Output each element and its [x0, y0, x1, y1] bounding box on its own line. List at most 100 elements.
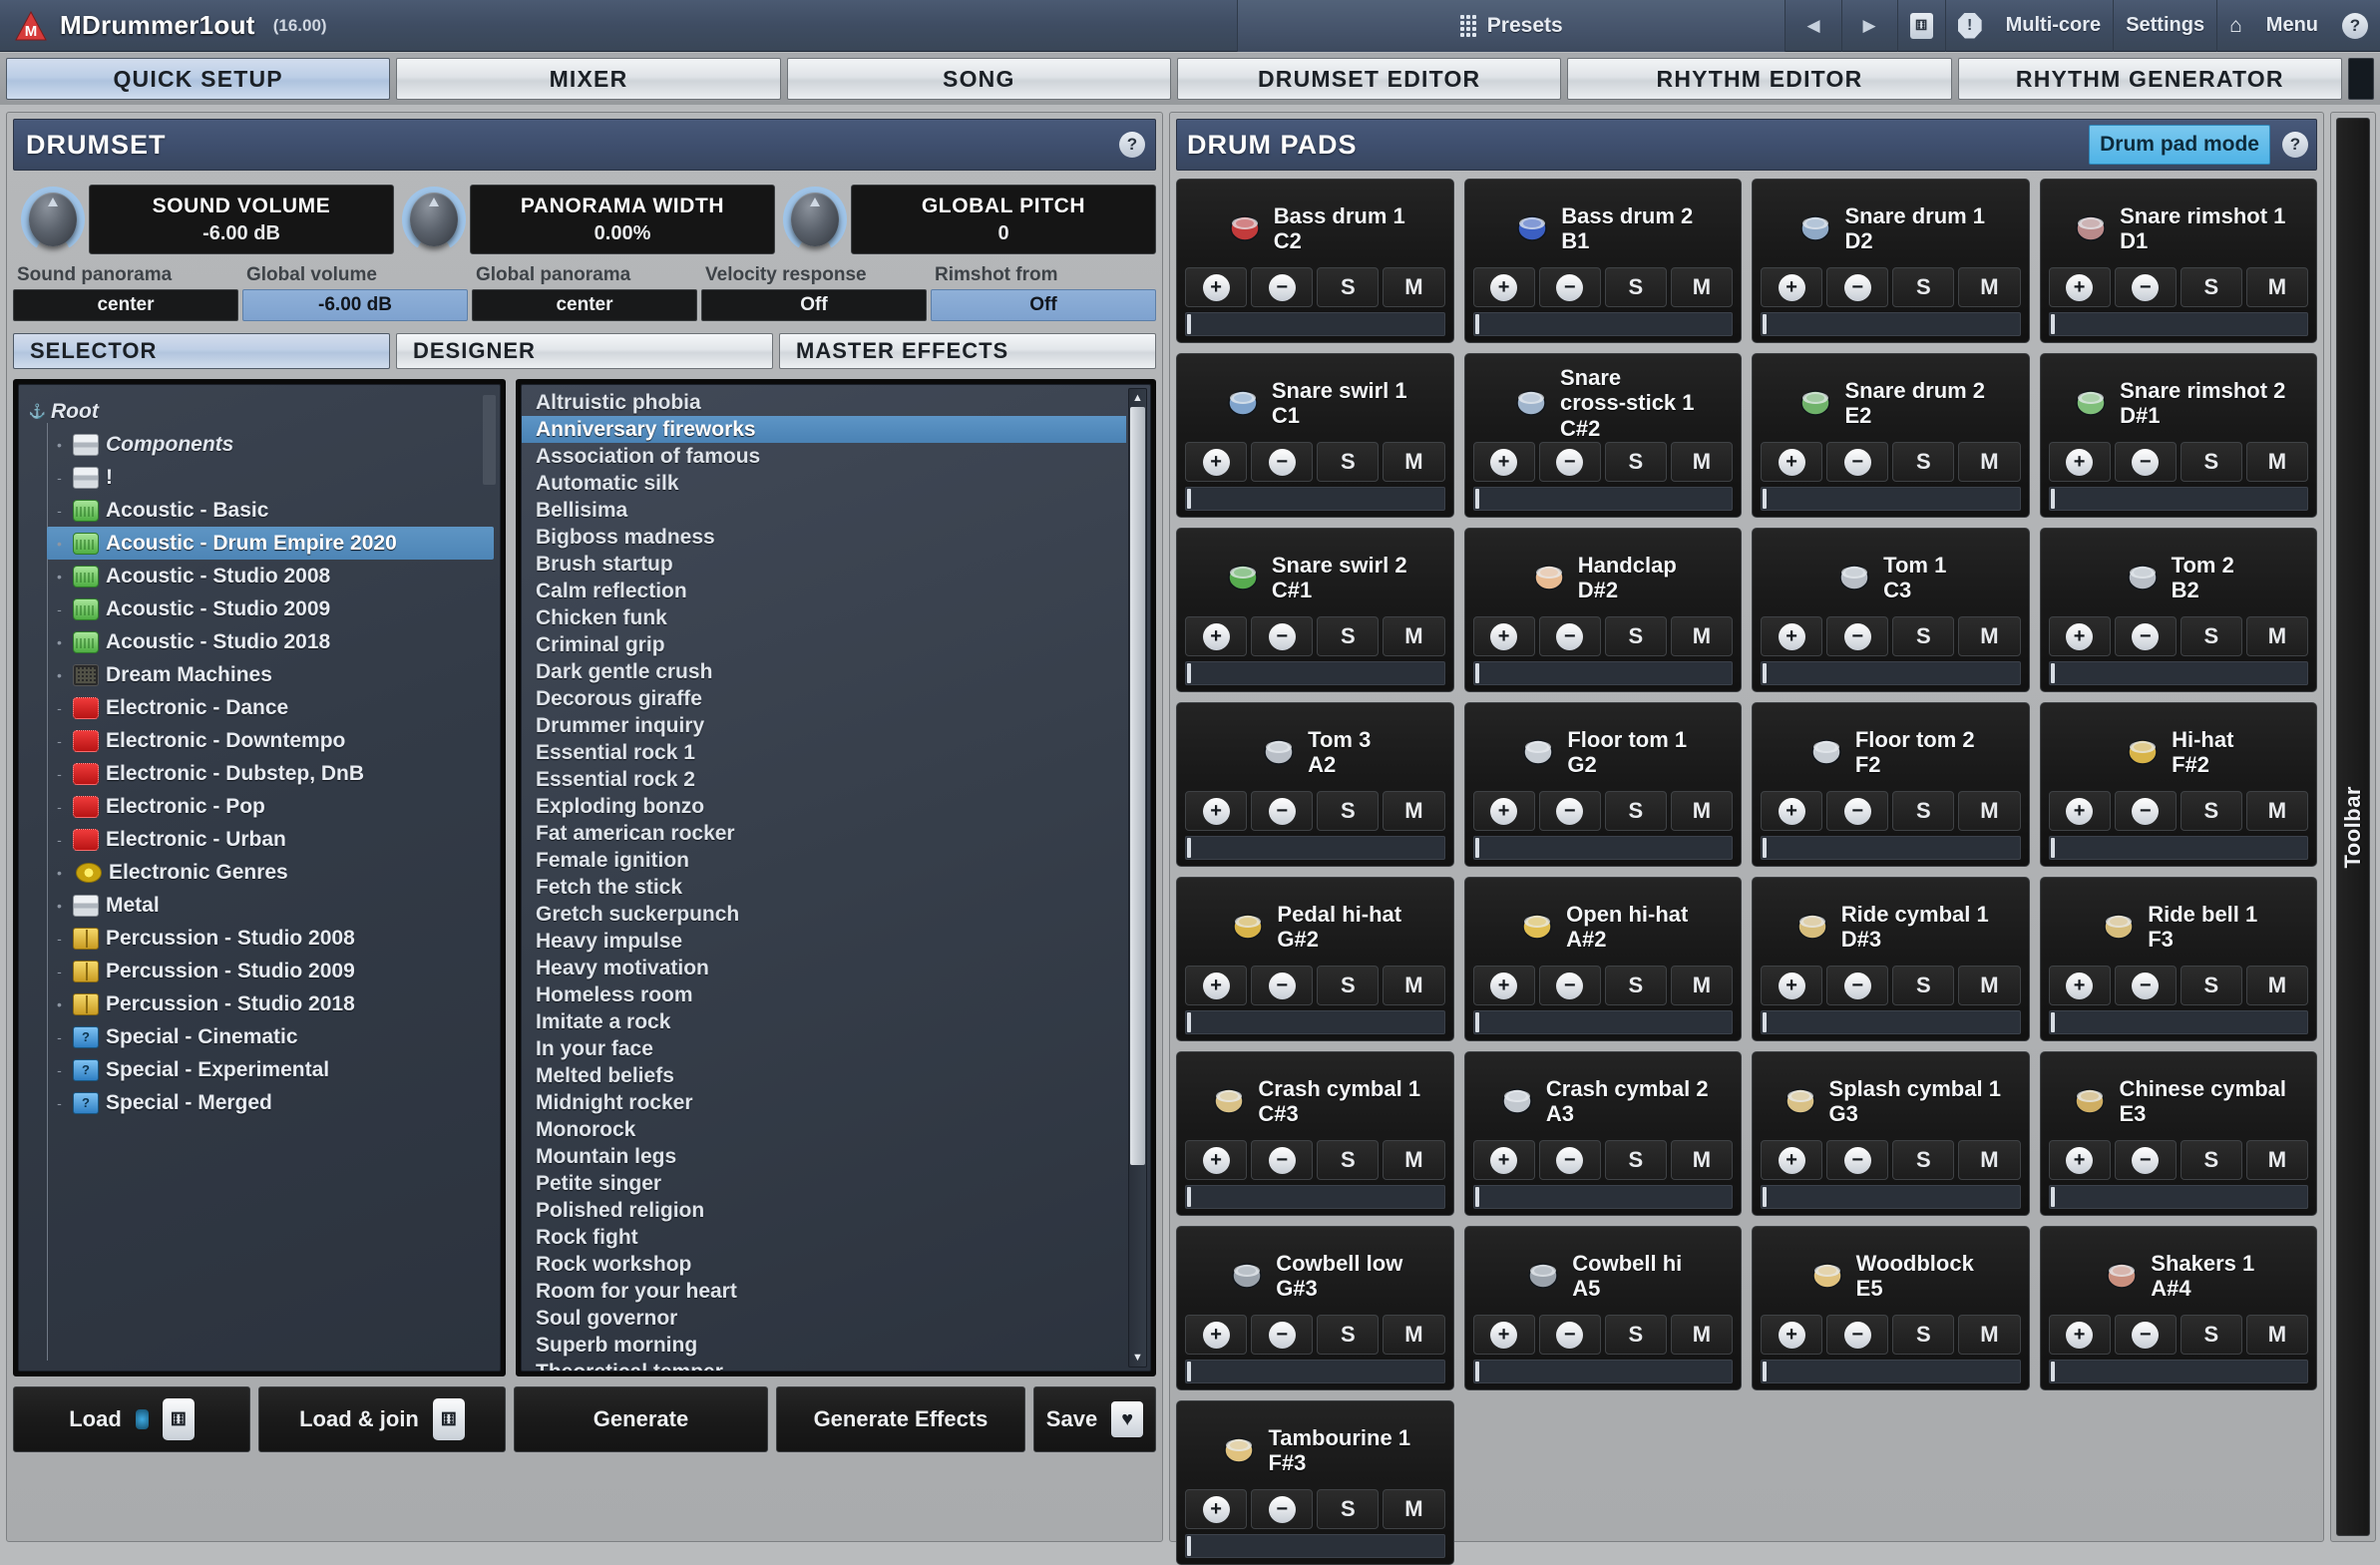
main-tab-song[interactable]: SONG	[786, 58, 1171, 100]
pad-add-button[interactable]: +	[1472, 267, 1535, 307]
drum-pad-floor-tom-1[interactable]: Floor tom 1 G2 + − S M	[1463, 702, 1742, 867]
pad-solo-button[interactable]: S	[1892, 966, 1955, 1005]
preset-item[interactable]: Imitate a rock	[522, 1008, 1150, 1035]
pad-level-meter[interactable]	[1185, 1360, 1445, 1383]
drum-pad-mode-button[interactable]: Drum pad mode	[2089, 125, 2270, 165]
tree-expander-icon[interactable]: •	[53, 996, 66, 1012]
pad-solo-button[interactable]: S	[2180, 616, 2242, 656]
pad-mute-button[interactable]: M	[1383, 966, 1445, 1005]
drum-pad-bass-drum-2[interactable]: Bass drum 2 B1 + − S M	[1463, 179, 1742, 343]
pad-solo-button[interactable]: S	[1892, 791, 1955, 831]
pad-level-meter[interactable]	[1472, 1185, 1733, 1209]
drum-pad-cowbell-low[interactable]: Cowbell low G#3 + − S M	[1176, 1226, 1454, 1390]
pad-add-button[interactable]: +	[2048, 966, 2111, 1005]
drum-pads-help-icon[interactable]: ?	[2282, 132, 2308, 158]
pad-add-button[interactable]: +	[1185, 1489, 1248, 1529]
pad-level-meter[interactable]	[1185, 836, 1445, 860]
tree-item-acoustic-basic[interactable]: - Acoustic - Basic	[47, 494, 494, 527]
pad-mute-button[interactable]: M	[1383, 616, 1445, 656]
tree-expander-icon[interactable]: -	[53, 964, 66, 979]
load-join-button[interactable]: Load & join ⚅	[258, 1386, 506, 1452]
drum-pad-snare-rimshot-2[interactable]: Snare rimshot 2 D#1 + − S M	[2039, 353, 2317, 518]
load-dice-icon[interactable]: ⚅	[162, 1398, 195, 1440]
drum-pad-tambourine-1[interactable]: Tambourine 1 F#3 + − S M	[1176, 1400, 1454, 1565]
tree-item-acoustic-studio-2018[interactable]: • Acoustic - Studio 2018	[47, 625, 494, 658]
tree-item-root[interactable]: ⚓ Root	[29, 395, 494, 428]
drum-pad-hi-hat[interactable]: Hi-hat F#2 + − S M	[2039, 702, 2317, 867]
drum-pad-open-hi-hat[interactable]: Open hi-hat A#2 + − S M	[1463, 877, 1742, 1041]
pad-level-meter[interactable]	[2048, 836, 2308, 860]
tree-item-acoustic-drum-empire-2020[interactable]: • Acoustic - Drum Empire 2020	[47, 527, 494, 560]
preset-item[interactable]: Female ignition	[522, 847, 1150, 874]
pad-level-meter[interactable]	[1185, 1185, 1445, 1209]
pad-level-meter[interactable]	[1761, 1360, 2021, 1383]
pad-remove-button[interactable]: −	[2114, 1140, 2177, 1180]
pad-remove-button[interactable]: −	[1251, 616, 1314, 656]
pad-solo-button[interactable]: S	[1604, 442, 1667, 482]
tree-item-[interactable]: -!	[47, 461, 494, 494]
pad-solo-button[interactable]: S	[1317, 1489, 1380, 1529]
pad-add-button[interactable]: +	[1761, 1140, 1823, 1180]
pad-mute-button[interactable]: M	[1958, 267, 2021, 307]
pad-remove-button[interactable]: −	[1251, 1315, 1314, 1355]
preset-item[interactable]: Room for your heart	[522, 1278, 1150, 1305]
pad-add-button[interactable]: +	[1472, 442, 1535, 482]
pad-level-meter[interactable]	[1185, 661, 1445, 685]
preset-item[interactable]: Rock workshop	[522, 1251, 1150, 1278]
pad-level-meter[interactable]	[1472, 836, 1733, 860]
pad-solo-button[interactable]: S	[2180, 791, 2242, 831]
drum-pad-snare-swirl-2[interactable]: Snare swirl 2 C#1 + − S M	[1176, 528, 1454, 692]
pad-solo-button[interactable]: S	[1892, 442, 1955, 482]
pad-add-button[interactable]: +	[1472, 1315, 1535, 1355]
pad-remove-button[interactable]: −	[1251, 1140, 1314, 1180]
tree-item-electronic-genres[interactable]: • Electronic Genres	[47, 856, 494, 889]
pad-remove-button[interactable]: −	[1826, 616, 1889, 656]
toolbar-strip[interactable]: Toolbar	[2330, 112, 2376, 1542]
tree-item-special-experimental[interactable]: -? Special - Experimental	[47, 1053, 494, 1086]
preset-item[interactable]: Superb morning	[522, 1332, 1150, 1359]
field-value[interactable]: -6.00 dB	[242, 289, 468, 321]
pad-mute-button[interactable]: M	[1958, 616, 2021, 656]
pad-remove-button[interactable]: −	[2114, 1315, 2177, 1355]
pad-solo-button[interactable]: S	[2180, 966, 2242, 1005]
pad-remove-button[interactable]: −	[2114, 966, 2177, 1005]
tree-item-acoustic-studio-2008[interactable]: • Acoustic - Studio 2008	[47, 560, 494, 592]
preset-item[interactable]: Polished religion	[522, 1197, 1150, 1224]
pad-solo-button[interactable]: S	[1317, 791, 1380, 831]
sub-tab-designer[interactable]: DESIGNER	[396, 333, 773, 369]
pad-add-button[interactable]: +	[1761, 616, 1823, 656]
pad-level-meter[interactable]	[1472, 487, 1733, 511]
tree-expander-icon[interactable]: -	[53, 799, 66, 815]
pad-mute-button[interactable]: M	[2245, 1140, 2308, 1180]
tree-item-percussion-studio-2009[interactable]: - Percussion - Studio 2009	[47, 955, 494, 987]
pad-add-button[interactable]: +	[1761, 966, 1823, 1005]
main-tab-drumset-editor[interactable]: DRUMSET EDITOR	[1176, 58, 1562, 100]
pad-add-button[interactable]: +	[1185, 267, 1248, 307]
pad-remove-button[interactable]: −	[1251, 267, 1314, 307]
pad-mute-button[interactable]: M	[1958, 1140, 2021, 1180]
pad-mute-button[interactable]: M	[2245, 1315, 2308, 1355]
preset-item[interactable]: Monorock	[522, 1116, 1150, 1143]
drum-pad-ride-bell-1[interactable]: Ride bell 1 F3 + − S M	[2039, 877, 2317, 1041]
tree-expander-icon[interactable]: -	[53, 1062, 66, 1078]
preset-item[interactable]: Heavy motivation	[522, 955, 1150, 981]
pad-solo-button[interactable]: S	[2180, 267, 2242, 307]
preset-item[interactable]: Calm reflection	[522, 578, 1150, 604]
settings-button[interactable]: Settings	[2113, 0, 2216, 52]
favorite-heart-icon[interactable]: ♥	[1111, 1401, 1144, 1437]
drum-pad-bass-drum-1[interactable]: Bass drum 1 C2 + − S M	[1176, 179, 1454, 343]
scroll-up-arrow-icon[interactable]: ▲	[1129, 389, 1146, 407]
main-tab-rhythm-editor[interactable]: RHYTHM EDITOR	[1567, 58, 1952, 100]
pad-mute-button[interactable]: M	[1670, 442, 1733, 482]
field-value[interactable]: Off	[701, 289, 927, 321]
drum-pad-snare-drum-2[interactable]: Snare drum 2 E2 + − S M	[1752, 353, 2030, 518]
tree-expander-icon[interactable]: •	[53, 634, 66, 650]
pad-mute-button[interactable]: M	[1383, 1140, 1445, 1180]
pad-mute-button[interactable]: M	[1383, 1315, 1445, 1355]
preset-item[interactable]: Homeless room	[522, 981, 1150, 1008]
pad-level-meter[interactable]	[1185, 1010, 1445, 1034]
pad-mute-button[interactable]: M	[2245, 442, 2308, 482]
pad-solo-button[interactable]: S	[1317, 442, 1380, 482]
tree-expander-icon[interactable]: -	[53, 733, 66, 749]
alert-button[interactable]: !	[1944, 0, 1994, 52]
